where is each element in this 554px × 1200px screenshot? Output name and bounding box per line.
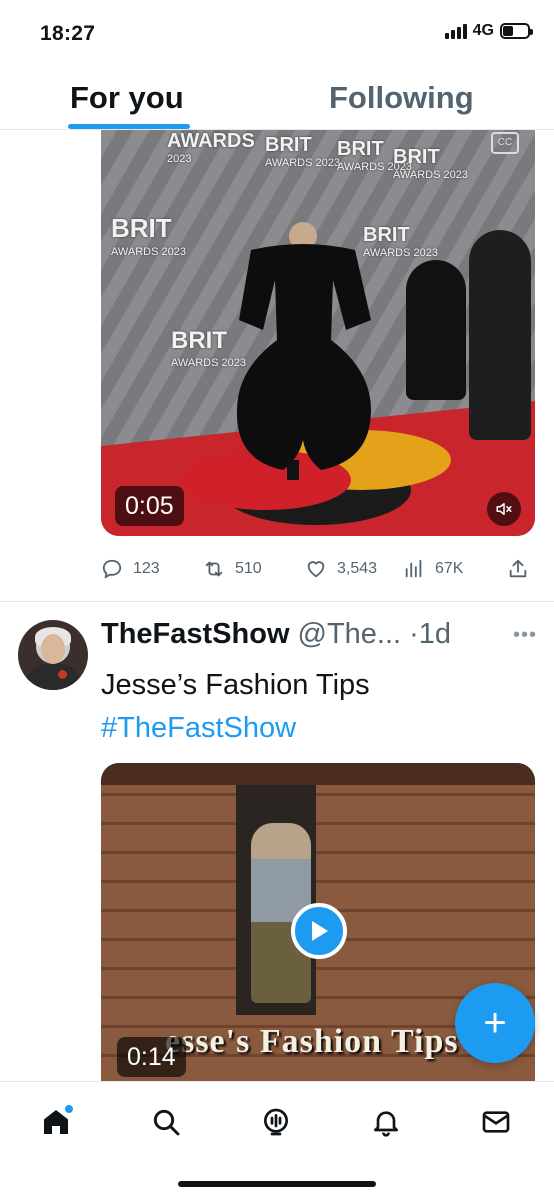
tab-for-you[interactable]: For you: [70, 80, 184, 116]
network-label: 4G: [472, 22, 494, 39]
display-name[interactable]: TheFastShow: [101, 618, 290, 651]
video-caption: esse's Fashion Tips: [165, 1023, 459, 1060]
retweet-count: 510: [235, 560, 262, 577]
performer-figure: [236, 222, 371, 480]
play-icon: [312, 921, 328, 941]
tweet-text: Jesse’s Fashion Tips #TheFastShow: [101, 664, 370, 750]
view-count: 67K: [435, 560, 464, 577]
tweet-header: TheFastShow @The... ·1d •••: [101, 618, 541, 654]
bell-icon: [374, 1111, 398, 1137]
battery-icon: [500, 23, 533, 39]
reply-icon: [102, 559, 122, 579]
play-button[interactable]: [291, 903, 347, 959]
status-bar: 18:27 4G: [0, 0, 554, 66]
plus-icon: +: [483, 1001, 507, 1045]
views-button[interactable]: 67K: [403, 558, 507, 580]
share-icon: [509, 559, 527, 578]
brit-awards-sign: BRIT AWARDS 2023: [393, 146, 468, 181]
hashtag-link[interactable]: #TheFastShow: [101, 707, 370, 750]
nav-search[interactable]: [148, 1104, 184, 1140]
avatar[interactable]: [18, 620, 88, 690]
captions-icon[interactable]: CC: [491, 132, 519, 154]
bottom-navigation: [0, 1081, 554, 1200]
reply-count: 123: [133, 560, 160, 577]
nav-spaces[interactable]: [258, 1104, 294, 1140]
retweet-icon: [205, 561, 223, 577]
unread-badge: [64, 1104, 74, 1114]
bystander: [406, 260, 466, 400]
bystander: [469, 230, 531, 440]
heart-icon: [307, 561, 325, 578]
share-button[interactable]: [507, 558, 529, 580]
tweet-body: Jesse’s Fashion Tips: [101, 669, 370, 701]
brit-awards-sign: BRIT AWARDS 2023: [111, 213, 186, 258]
user-handle[interactable]: @The...: [298, 618, 402, 651]
search-icon: [153, 1109, 180, 1136]
status-indicators: 4G: [444, 22, 533, 40]
retweet-button[interactable]: 510: [203, 558, 305, 580]
nav-messages[interactable]: [478, 1104, 514, 1140]
like-count: 3,543: [337, 560, 378, 577]
mail-icon: [482, 1111, 510, 1133]
tab-following[interactable]: Following: [329, 80, 474, 116]
compose-button[interactable]: +: [455, 983, 535, 1063]
active-tab-indicator: [68, 124, 190, 129]
spaces-icon: [264, 1108, 288, 1136]
tweet-video[interactable]: AWARDS 2023 BRIT AWARDS 2023 BRIT AWARDS 20…: [101, 130, 535, 536]
signal-strength-icon: [444, 23, 467, 39]
home-indicator: [178, 1181, 376, 1187]
status-time: 18:27: [40, 22, 96, 45]
muted-speaker-icon: [496, 503, 512, 515]
like-button[interactable]: 3,543: [305, 558, 403, 580]
mute-toggle-button[interactable]: [487, 492, 521, 526]
video-duration: 0:14: [117, 1037, 186, 1077]
tweet-divider: [0, 601, 554, 602]
tweet-action-bar: 123 510 3,543 67K: [101, 552, 535, 586]
brit-awards-sign: BRIT AWARDS 2023: [265, 134, 340, 169]
nav-notifications[interactable]: [368, 1104, 404, 1140]
brit-awards-sign: AWARDS 2023: [167, 130, 255, 165]
nav-home[interactable]: [38, 1104, 74, 1140]
reply-button[interactable]: 123: [101, 558, 203, 580]
more-options-icon[interactable]: •••: [513, 624, 537, 647]
video-duration: 0:05: [115, 486, 184, 526]
timeline-tabs: For you Following: [0, 66, 554, 130]
views-chart-icon: [405, 559, 422, 578]
tweet-time: ·1d: [409, 618, 452, 650]
